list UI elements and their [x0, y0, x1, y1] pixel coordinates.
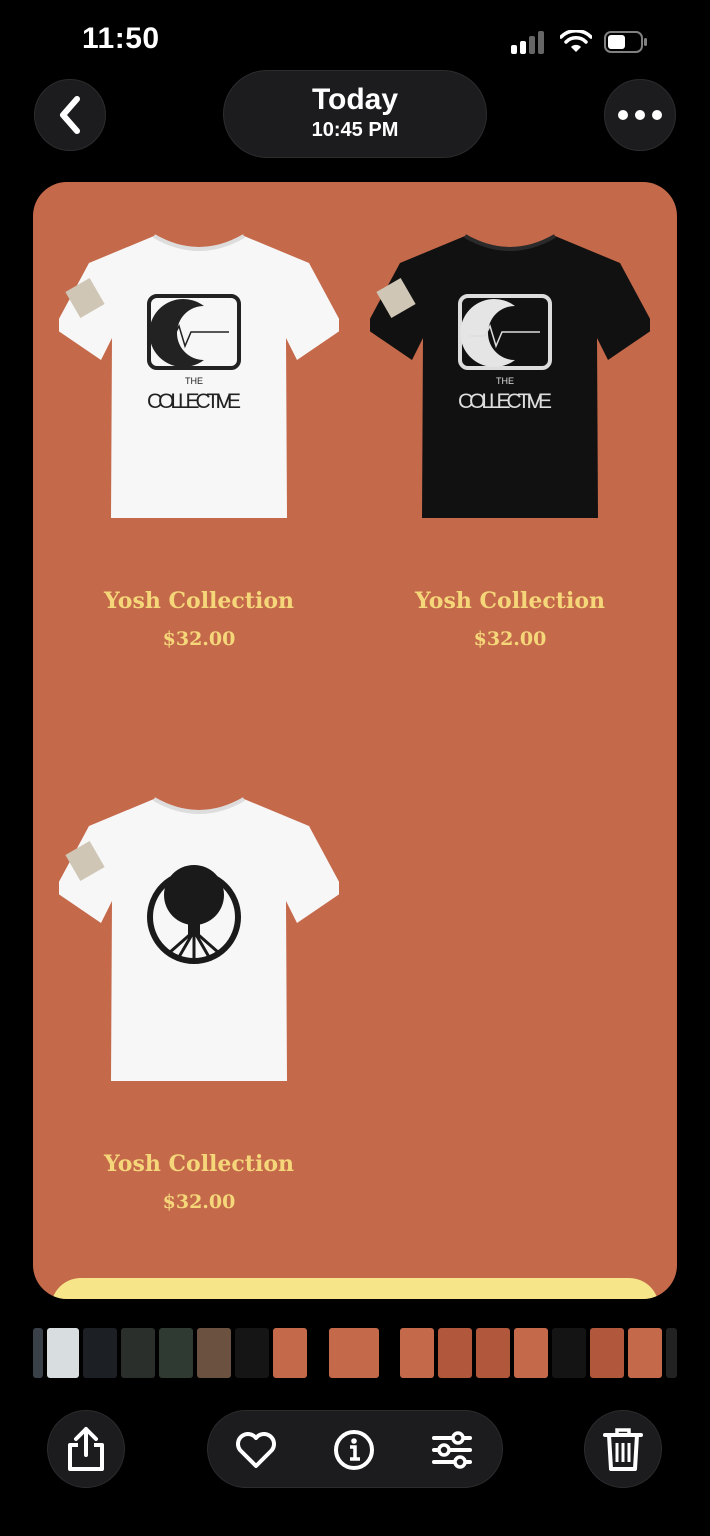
thumbnail[interactable] — [235, 1328, 269, 1378]
white-collective-tshirt-image: THE COLLECTIVE — [59, 234, 339, 518]
heart-icon[interactable] — [234, 1428, 278, 1472]
time-subtitle: 10:45 PM — [311, 119, 399, 141]
shirt-graphic-the: THE — [185, 376, 203, 386]
chevron-left-icon — [60, 96, 80, 134]
product-card[interactable]: THE COLLECTIVE Yosh Collection $32.00 — [360, 228, 660, 650]
photo-view[interactable]: THE COLLECTIVE Yosh Collection $32.00 TH… — [33, 182, 677, 1299]
thumbnail[interactable] — [83, 1328, 117, 1378]
date-title-pill[interactable]: Today 10:45 PM — [223, 70, 487, 158]
shirt-graphic-collective: COLLECTIVE — [458, 390, 552, 413]
product-price: $32.00 — [162, 1191, 236, 1213]
delete-button[interactable] — [584, 1410, 662, 1488]
thumbnail[interactable] — [476, 1328, 510, 1378]
thumbnail[interactable] — [666, 1328, 677, 1378]
black-collective-tshirt-image: THE COLLECTIVE — [370, 234, 650, 518]
thumbnail-strip[interactable] — [33, 1328, 677, 1378]
status-time: 11:50 — [82, 22, 160, 55]
wifi-icon — [560, 30, 592, 52]
thumbnail[interactable] — [273, 1328, 307, 1378]
thumbnail[interactable] — [438, 1328, 472, 1378]
yellow-footer-bar — [51, 1278, 659, 1299]
trash-icon — [603, 1428, 643, 1471]
thumbnail[interactable] — [121, 1328, 155, 1378]
product-card[interactable]: Yosh Collection $32.00 — [49, 791, 349, 1213]
battery-icon — [604, 31, 647, 53]
shirt-graphic-collective: COLLECTIVE — [147, 390, 241, 413]
thumbnail[interactable] — [552, 1328, 586, 1378]
info-icon[interactable] — [332, 1428, 376, 1472]
product-name[interactable]: Yosh Collection — [360, 588, 660, 614]
thumbnail[interactable] — [514, 1328, 548, 1378]
thumbnail[interactable] — [400, 1328, 434, 1378]
ellipsis-icon — [618, 110, 662, 120]
thumbnail[interactable] — [628, 1328, 662, 1378]
thumbnail[interactable] — [590, 1328, 624, 1378]
white-tree-of-life-tshirt-image — [59, 797, 339, 1081]
shirt-graphic-the: THE — [496, 376, 514, 386]
share-button[interactable] — [47, 1410, 125, 1488]
photo-actions-bar — [207, 1410, 503, 1488]
product-card[interactable]: THE COLLECTIVE Yosh Collection $32.00 — [49, 228, 349, 650]
thumbnail-selected[interactable] — [329, 1328, 379, 1378]
date-title: Today — [311, 83, 399, 116]
more-options-button[interactable] — [604, 79, 676, 151]
adjust-icon[interactable] — [430, 1428, 474, 1472]
thumbnail[interactable] — [33, 1328, 43, 1378]
thumbnail[interactable] — [197, 1328, 231, 1378]
thumbnail[interactable] — [159, 1328, 193, 1378]
product-name[interactable]: Yosh Collection — [49, 1151, 349, 1177]
product-price: $32.00 — [162, 628, 236, 650]
cellular-signal-icon — [511, 30, 549, 54]
product-price: $32.00 — [473, 628, 547, 650]
thumbnail[interactable] — [47, 1328, 79, 1378]
product-name[interactable]: Yosh Collection — [49, 588, 349, 614]
back-button[interactable] — [34, 79, 106, 151]
share-icon — [68, 1427, 104, 1471]
